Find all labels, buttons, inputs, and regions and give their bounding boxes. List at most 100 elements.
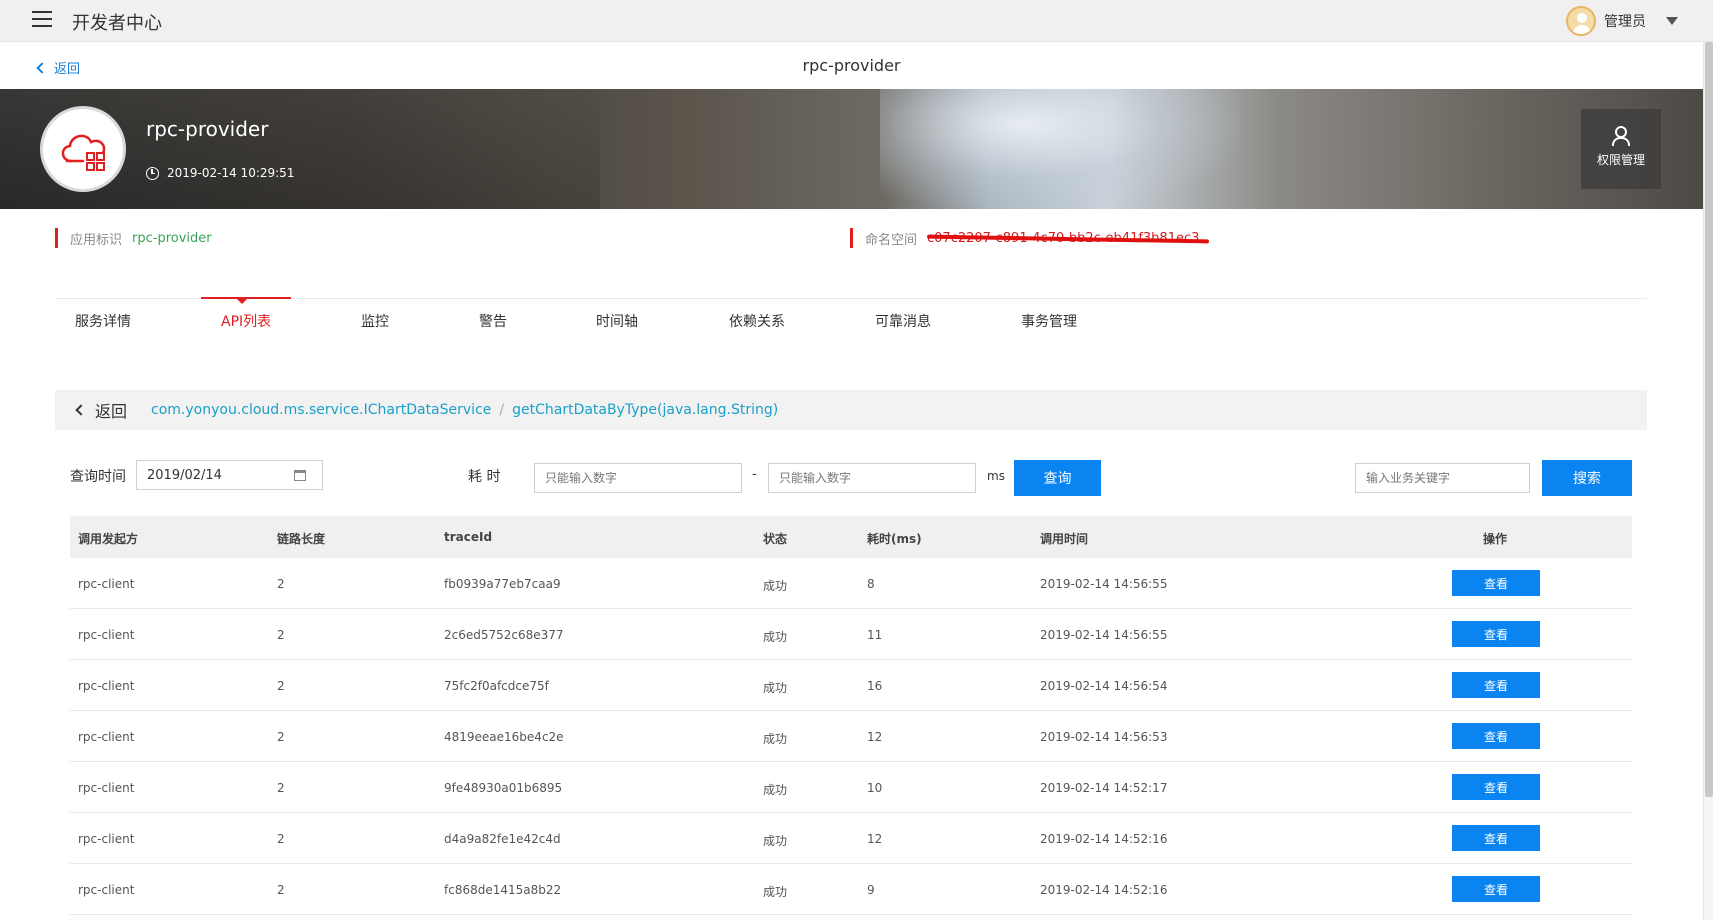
table-cell: d4a9a82fe1e42c4d (444, 832, 561, 846)
table-cell: 成功 (763, 885, 788, 899)
duration-min-input[interactable] (534, 463, 742, 493)
table-cell: 75fc2f0afcdce75f (444, 679, 549, 693)
namespace-row: 命名空间 c07c2207-c891-4c70-bb2c-eb41f3b81ec… (850, 227, 1199, 249)
accent-bar (55, 228, 58, 248)
accent-bar (850, 228, 853, 248)
duration-dash: - (752, 467, 757, 482)
trace-table: 调用发起方 链路长度 traceId 状态 耗时(ms) 调用时间 操作 rpc… (70, 516, 1632, 915)
table-cell: rpc-client (78, 883, 135, 897)
view-button[interactable]: 查看 (1452, 672, 1540, 698)
duration-label: 耗 时 (468, 469, 501, 485)
table-cell: 成功 (763, 579, 788, 593)
tab-warnings[interactable]: 警告 (479, 311, 507, 331)
table-cell: 2 (277, 577, 285, 591)
scrollbar-thumb[interactable] (1705, 42, 1713, 797)
page-title: rpc-provider (802, 56, 901, 75)
app-id-row: 应用标识 rpc-provider (55, 227, 212, 249)
table-cell: rpc-client (78, 628, 135, 642)
tab-reliable-messages[interactable]: 可靠消息 (875, 311, 931, 331)
table-cell: 2c6ed5752c68e377 (444, 628, 564, 642)
query-time-label: 查询时间 (70, 469, 126, 485)
view-button[interactable]: 查看 (1452, 621, 1540, 647)
table-cell: 2019-02-14 14:52:16 (1040, 883, 1168, 897)
view-button[interactable]: 查看 (1452, 876, 1540, 902)
breadcrumb-service[interactable]: com.yonyou.cloud.ms.service.IChartDataSe… (151, 402, 491, 418)
breadcrumb-separator: / (499, 402, 505, 418)
table-row: rpc-client 2 d4a9a82fe1e42c4d 成功 12 2019-02-1… (70, 813, 1632, 864)
clock-icon (146, 166, 159, 180)
user-menu[interactable]: 管理员 (1566, 5, 1678, 37)
view-button[interactable]: 查看 (1452, 570, 1540, 596)
breadcrumb-back-button[interactable]: 返回 (75, 398, 127, 422)
tab-bar: 服务详情 API列表 监控 警告 时间轴 依赖关系 可靠消息 事务管理 (55, 297, 1647, 338)
table-row: rpc-client 2 4819eeae16be4c2e 成功 12 2019-02-1… (70, 711, 1632, 762)
tab-dependencies[interactable]: 依赖关系 (729, 311, 785, 331)
query-button[interactable]: 查询 (1014, 460, 1101, 496)
hamburger-menu-icon[interactable] (32, 11, 52, 27)
keyword-search-input[interactable] (1355, 463, 1530, 493)
tab-api-list[interactable]: API列表 (221, 311, 271, 331)
table-cell: 2019-02-14 14:56:54 (1040, 679, 1168, 693)
tab-monitoring[interactable]: 监控 (361, 311, 389, 331)
table-cell: 8 (867, 577, 875, 591)
table-cell: rpc-client (78, 832, 135, 846)
app-name: rpc-provider (146, 117, 269, 141)
column-header: 调用时间 (1040, 532, 1089, 546)
table-cell: 成功 (763, 783, 788, 797)
view-button[interactable]: 查看 (1452, 774, 1540, 800)
search-button[interactable]: 搜索 (1542, 460, 1632, 496)
table-cell: 2019-02-14 14:52:17 (1040, 781, 1168, 795)
user-settings-icon (1611, 125, 1631, 146)
namespace-value-redacted: c07c2207-c891-4c70-bb2c-eb41f3b81ec3 (927, 230, 1200, 246)
page-scrollbar[interactable] (1703, 42, 1713, 920)
table-cell: 2 (277, 679, 285, 693)
permission-management-label[interactable]: 权限管理 (1597, 153, 1645, 167)
table-cell: 成功 (763, 732, 788, 746)
table-cell: 12 (867, 832, 883, 846)
permission-management-button[interactable]: 权限管理 (1581, 109, 1661, 189)
column-header: traceId (444, 530, 493, 544)
caret-down-icon[interactable] (1666, 17, 1678, 25)
column-header: 调用发起方 (78, 532, 139, 546)
table-row: rpc-client 2 fb0939a77eb7caa9 成功 8 2019-02-14… (70, 558, 1632, 609)
avatar[interactable] (1566, 6, 1596, 36)
table-cell: 11 (867, 628, 883, 642)
column-header: 操作 (1483, 532, 1508, 546)
column-header: 耗时(ms) (867, 532, 922, 546)
view-button[interactable]: 查看 (1452, 723, 1540, 749)
table-cell: 2019-02-14 14:56:55 (1040, 577, 1168, 591)
table-cell: fc868de1415a8b22 (444, 883, 562, 897)
table-cell: 9 (867, 883, 875, 897)
duration-max-input[interactable] (768, 463, 976, 493)
table-row: rpc-client 2 75fc2f0afcdce75f 成功 16 2019-02-1… (70, 660, 1632, 711)
breadcrumb-back-label[interactable]: 返回 (95, 398, 127, 422)
namespace-label: 命名空间 (865, 232, 918, 248)
tab-timeline[interactable]: 时间轴 (596, 311, 638, 331)
table-cell: 成功 (763, 630, 788, 644)
tab-transaction-management[interactable]: 事务管理 (1021, 311, 1077, 331)
user-name[interactable]: 管理员 (1604, 11, 1646, 31)
table-cell: rpc-client (78, 781, 135, 795)
table-cell: 成功 (763, 681, 788, 695)
view-button[interactable]: 查看 (1452, 825, 1540, 851)
table-cell: 成功 (763, 834, 788, 848)
app-title: 开发者中心 (72, 13, 162, 34)
query-toolbar: 查询时间 耗 时 - ms 查询 搜索 (0, 458, 1703, 496)
breadcrumb-method[interactable]: getChartDataByType(java.lang.String) (512, 402, 778, 418)
table-cell: 2 (277, 832, 285, 846)
calendar-icon[interactable] (294, 470, 306, 481)
top-bar: 开发者中心 管理员 (0, 0, 1713, 42)
table-cell: 2019-02-14 14:56:53 (1040, 730, 1168, 744)
table-cell: 9fe48930a01b6895 (444, 781, 563, 795)
table-row: rpc-client 2 2c6ed5752c68e377 成功 11 2019-02-1… (70, 609, 1632, 660)
table-cell: 16 (867, 679, 883, 693)
cloud-app-icon (61, 134, 106, 171)
created-time-value: 2019-02-14 10:29:51 (167, 166, 295, 180)
app-banner: rpc-provider 2019-02-14 10:29:51 权限管理 (0, 89, 1703, 209)
table-cell: 4819eeae16be4c2e (444, 730, 564, 744)
tab-service-details[interactable]: 服务详情 (75, 311, 131, 331)
app-logo (40, 106, 126, 192)
duration-unit: ms (987, 469, 1005, 483)
breadcrumb: 返回 com.yonyou.cloud.ms.service.IChartDat… (55, 390, 1647, 430)
table-cell: 2 (277, 730, 285, 744)
